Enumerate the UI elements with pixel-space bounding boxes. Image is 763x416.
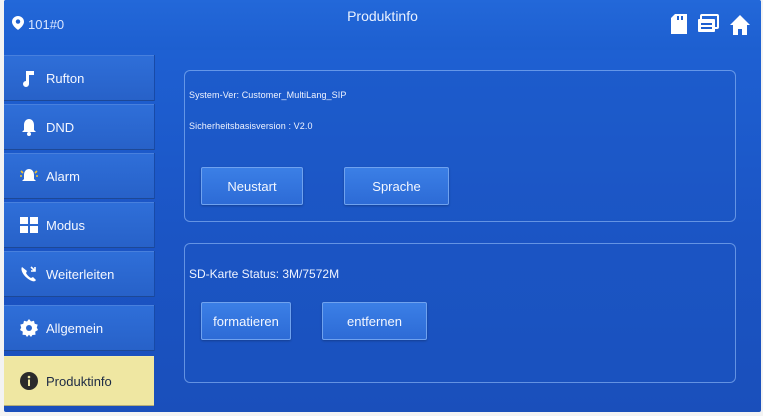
language-button[interactable]: Sprache	[344, 167, 449, 205]
call-forward-icon	[16, 265, 42, 283]
alarm-bell-icon	[16, 167, 42, 185]
message-icon[interactable]	[697, 14, 719, 41]
sidebar-item-weiterleiten[interactable]: Weiterleiten	[4, 251, 155, 297]
sidebar-item-label: Allgemein	[46, 320, 104, 336]
music-note-icon	[16, 69, 42, 87]
sidebar-item-label: Rufton	[46, 70, 85, 86]
sidebar: Rufton DND Alarm Modus Weiterleiten Allg…	[4, 50, 155, 412]
bell-icon	[16, 118, 42, 136]
system-version: System-Ver: Customer_MultiLang_SIP	[189, 90, 347, 100]
sidebar-item-label: Produktinfo	[46, 373, 112, 389]
top-bar: 101#0 Produktinfo	[4, 0, 761, 50]
sd-card-status: SD-Karte Status: 3M/7572M	[189, 267, 340, 281]
status-icons	[671, 14, 751, 41]
sidebar-item-dnd[interactable]: DND	[4, 104, 155, 150]
sidebar-item-label: Alarm	[46, 168, 80, 184]
home-icon[interactable]	[729, 14, 751, 41]
device-screen: 101#0 Produktinfo Rufton DND Alarm Modus…	[4, 0, 761, 412]
sd-card-panel: SD-Karte Status: 3M/7572M formatieren en…	[184, 243, 736, 383]
info-icon	[16, 372, 42, 390]
sidebar-item-label: DND	[46, 119, 75, 135]
system-info-panel: System-Ver: Customer_MultiLang_SIP Siche…	[184, 70, 736, 222]
security-version: Sicherheitsbasisversion : V2.0	[189, 121, 313, 131]
sidebar-item-modus[interactable]: Modus	[4, 202, 155, 248]
sidebar-item-produktinfo[interactable]: Produktinfo	[4, 356, 154, 406]
sidebar-item-label: Weiterleiten	[46, 266, 115, 282]
sidebar-item-label: Modus	[46, 217, 86, 233]
remove-button[interactable]: entfernen	[322, 302, 427, 340]
grid-icon	[16, 217, 42, 233]
format-button[interactable]: formatieren	[201, 302, 291, 340]
sidebar-item-allgemein[interactable]: Allgemein	[4, 305, 155, 351]
sidebar-item-alarm[interactable]: Alarm	[4, 153, 155, 199]
sd-card-icon	[671, 14, 687, 41]
restart-button[interactable]: Neustart	[201, 167, 303, 205]
gear-icon	[16, 319, 42, 337]
sidebar-item-rufton[interactable]: Rufton	[4, 55, 155, 101]
page-title: Produktinfo	[347, 8, 418, 24]
